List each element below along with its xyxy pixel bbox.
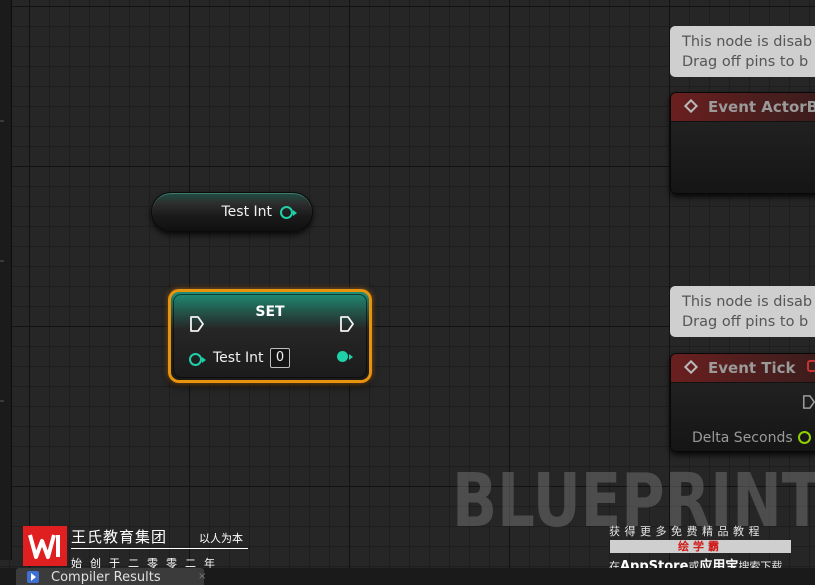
disabled-notice-line1: This node is disab <box>682 34 813 50</box>
disabled-notice-line2: Drag off pins to b <box>682 54 809 70</box>
event-title: Event Tick <box>708 359 796 377</box>
brand-divider <box>71 548 248 549</box>
tab-label: Compiler Results <box>51 570 161 585</box>
event-diamond-icon <box>683 98 699 114</box>
delta-seconds-label: Delta Seconds <box>692 430 793 446</box>
close-icon[interactable]: × <box>198 571 206 582</box>
tab-compiler-results[interactable]: Compiler Results × <box>16 568 206 585</box>
test-int-value-field[interactable]: 0 <box>270 348 290 368</box>
brand-slogan: 以人为本 <box>199 532 243 545</box>
getter-label: Test Int <box>221 204 272 220</box>
delegate-icon[interactable] <box>807 360 815 372</box>
disabled-node-comment-bubble: This node is disab Drag off pins to b <box>670 26 815 77</box>
disabled-notice-line2: Drag off pins to b <box>682 314 809 330</box>
brand-name: 王氏教育集团 <box>71 528 168 546</box>
disabled-notice-line1: This node is disab <box>682 294 813 310</box>
set-value-input-pin-icon[interactable] <box>189 353 206 366</box>
event-title: Event ActorBe <box>708 98 815 116</box>
exec-out-pin-icon[interactable] <box>339 316 355 332</box>
event-tick-node[interactable]: Event Tick Delta Seconds <box>670 353 815 452</box>
promo-headline: 获得更多免费精品教程 <box>609 525 764 538</box>
exec-out-pin-icon[interactable] <box>802 394 815 410</box>
getter-output-pin-icon[interactable] <box>280 206 297 219</box>
set-test-int-node[interactable]: SET Test Int 0 <box>168 289 372 383</box>
set-pin-label: Test Int <box>213 350 264 366</box>
disabled-node-comment-bubble: This node is disab Drag off pins to b <box>670 286 815 337</box>
compiler-results-icon <box>27 571 39 583</box>
exec-in-pin-icon[interactable] <box>189 316 205 332</box>
test-int-getter-node[interactable]: Test Int <box>151 192 313 232</box>
event-node-header: Event Tick <box>671 354 815 383</box>
delta-seconds-pin-icon[interactable] <box>798 431 811 444</box>
promo-app-name: 绘学霸 <box>610 540 791 553</box>
logo-icon <box>23 526 67 566</box>
event-node-header: Event ActorBe <box>671 93 815 122</box>
set-value-output-pin-icon[interactable] <box>337 351 353 362</box>
event-diamond-icon <box>683 359 699 375</box>
graph-left-scroll-strip <box>0 0 12 560</box>
event-actor-begin-overlap-node[interactable]: Event ActorBe <box>670 92 815 194</box>
